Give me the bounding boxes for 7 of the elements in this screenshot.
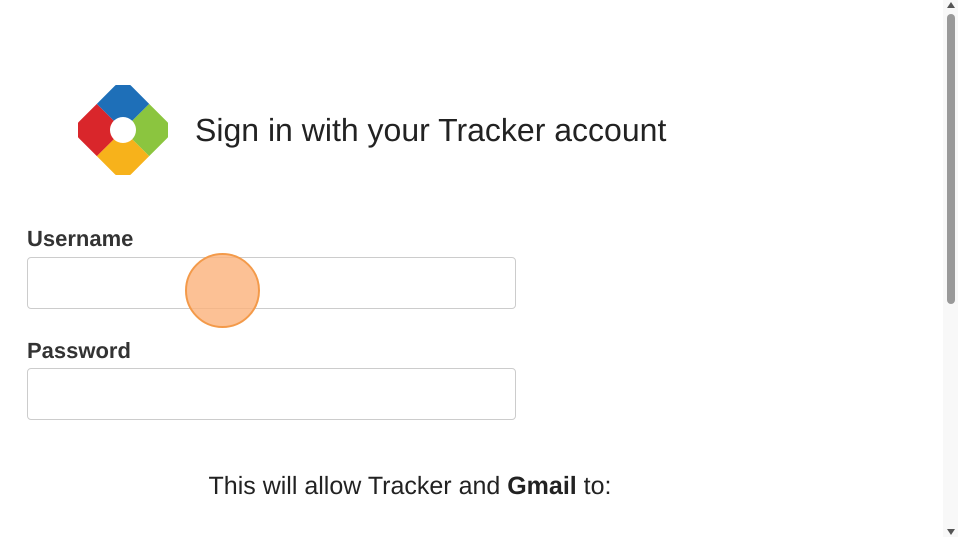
logo-icon bbox=[78, 85, 168, 175]
scroll-bar[interactable] bbox=[943, 0, 958, 537]
field-label: Password bbox=[27, 336, 132, 364]
consent-text: This will allow Tracker and Gmail to: bbox=[208, 471, 612, 502]
input-field[interactable] bbox=[27, 368, 516, 420]
page-title: Sign in with your Tracker account bbox=[195, 114, 666, 146]
field-label: Username bbox=[27, 225, 134, 252]
